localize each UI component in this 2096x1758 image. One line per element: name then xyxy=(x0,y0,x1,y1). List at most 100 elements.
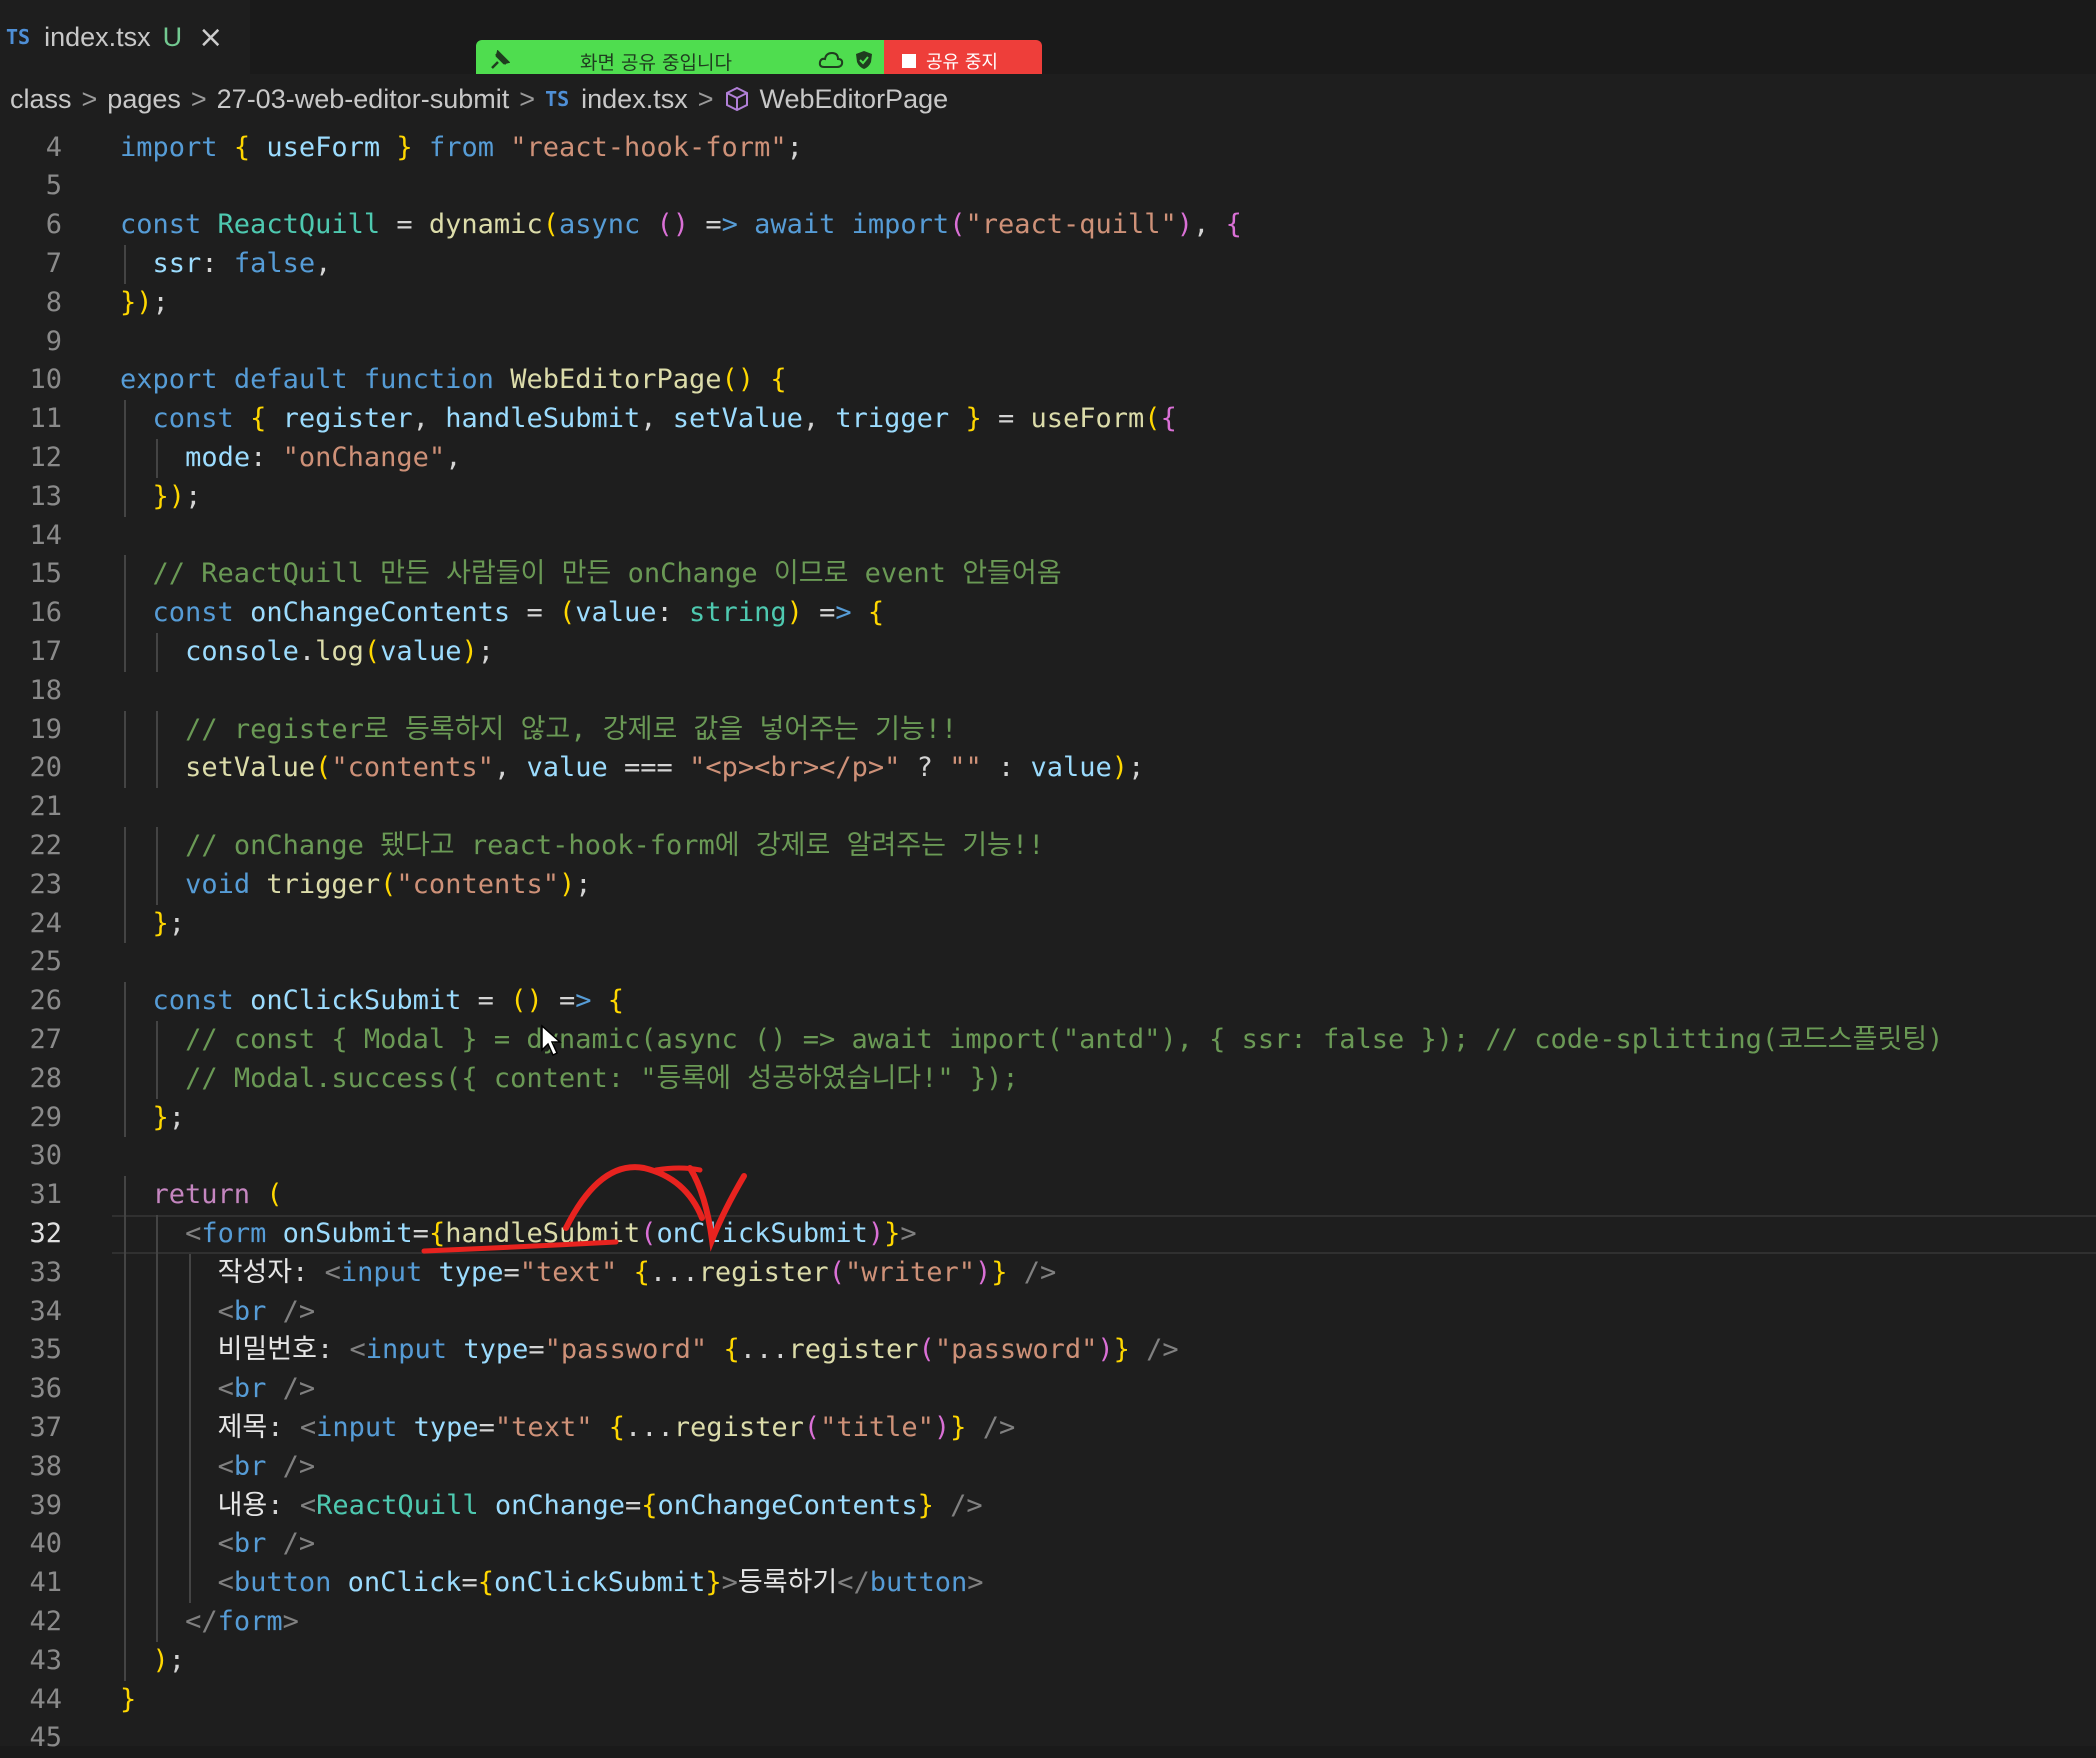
code-line[interactable]: 9 xyxy=(0,323,2096,362)
code-line[interactable]: 24 }; xyxy=(0,904,2096,944)
line-number: 15 xyxy=(29,558,62,590)
code-line[interactable]: 41 <button onClick={onClickSubmit}>등록하기<… xyxy=(0,1564,2096,1603)
line-number: 24 xyxy=(29,907,62,939)
code-line[interactable]: 43 ); xyxy=(0,1641,2096,1681)
line-number: 11 xyxy=(29,403,62,435)
line-number: 38 xyxy=(29,1450,62,1482)
line-number: 35 xyxy=(29,1334,62,1366)
line-number: 31 xyxy=(29,1179,62,1211)
code-text: // onChange 됐다고 react-hook-form에 강제로 알려주… xyxy=(185,830,1045,861)
code-line[interactable]: 21 xyxy=(0,788,2096,827)
code-line[interactable]: 25 xyxy=(0,943,2096,982)
code-text: <form onSubmit={handleSubmit(onClickSubm… xyxy=(185,1218,917,1249)
code-text: ssr: false, xyxy=(152,248,332,279)
code-text: return ( xyxy=(152,1179,283,1211)
breadcrumb: class > pages > 27-03-web-editor-submit … xyxy=(0,74,2096,124)
code-line[interactable]: 32 <form onSubmit={handleSubmit(onClickS… xyxy=(0,1215,2096,1254)
cloud-icon[interactable] xyxy=(818,49,844,71)
code-line[interactable]: 29 }; xyxy=(0,1098,2096,1138)
code-line[interactable]: 14 xyxy=(0,517,2096,556)
editor-tab[interactable]: TS index.tsx U × xyxy=(0,0,250,74)
code-line[interactable]: 27 // const { Modal } = dynamic(async ()… xyxy=(0,1021,2096,1060)
line-number: 27 xyxy=(29,1024,62,1055)
code-line[interactable]: 22 // onChange 됐다고 react-hook-form에 강제로 … xyxy=(0,827,2096,866)
line-number: 5 xyxy=(45,170,62,202)
chevron-right-icon: > xyxy=(697,83,714,114)
code-line[interactable]: 6 const ReactQuill = dynamic(async () => … xyxy=(0,206,2096,245)
code-line[interactable]: 42 </form> xyxy=(0,1603,2096,1642)
line-number: 18 xyxy=(29,674,62,706)
breadcrumb-item-pages[interactable]: pages xyxy=(107,84,181,115)
code-line[interactable]: 44} xyxy=(0,1681,2096,1720)
code-text: console.log(value); xyxy=(185,636,494,667)
code-line[interactable]: 34 <br /> xyxy=(0,1292,2096,1332)
line-number: 36 xyxy=(29,1373,62,1405)
code-line[interactable]: 17 console.log(value); xyxy=(0,633,2096,672)
breadcrumb-item-file[interactable]: index.tsx xyxy=(581,84,688,115)
line-number: 30 xyxy=(29,1140,62,1172)
code-text: // const { Modal } = dynamic(async () =>… xyxy=(185,1024,1944,1055)
line-number: 14 xyxy=(29,519,62,551)
code-line[interactable]: 37 제목: <input type="text" {...register("… xyxy=(0,1409,2096,1448)
line-number: 43 xyxy=(29,1644,62,1676)
chevron-right-icon: > xyxy=(519,83,536,114)
code-line[interactable]: 40 <br /> xyxy=(0,1525,2096,1565)
line-number: 21 xyxy=(29,791,62,823)
code-line[interactable]: 26 const onClickSubmit = () => { xyxy=(0,982,2096,1021)
code-line[interactable]: 5 xyxy=(0,167,2096,206)
code-text: </form> xyxy=(185,1606,299,1637)
code-line[interactable]: 45 xyxy=(0,1719,2096,1758)
share-status-text: 화면 공유 중입니다 xyxy=(580,51,732,74)
line-number: 37 xyxy=(29,1412,62,1443)
code-line[interactable]: 28 // Modal.success({ content: "등록에 성공하였… xyxy=(0,1059,2096,1099)
code-text: const onClickSubmit = () => { xyxy=(152,985,625,1017)
code-text: // Modal.success({ content: "등록에 성공하였습니다… xyxy=(185,1062,1019,1094)
code-text: import { useForm } from "react-hook-form… xyxy=(120,131,803,163)
code-line[interactable]: 10 export default function WebEditorPage(… xyxy=(0,361,2096,400)
code-line[interactable]: 30 xyxy=(0,1137,2096,1176)
breadcrumb-item-class[interactable]: class xyxy=(10,84,72,115)
code-line[interactable]: 36 <br /> xyxy=(0,1370,2096,1409)
line-number: 33 xyxy=(29,1256,62,1288)
breadcrumb-item-symbol[interactable]: WebEditorPage xyxy=(760,84,949,115)
code-editor[interactable]: 4 import { useForm } from "react-hook-for… xyxy=(0,124,2096,1753)
code-line[interactable]: 39 내용: <ReactQuill onChange={onChangeCon… xyxy=(0,1486,2096,1526)
code-line[interactable]: 20 setValue("contents", value === "<p><b… xyxy=(0,749,2096,789)
code-text: // register로 등록하지 않고, 강제로 값을 넣어주는 기능!! xyxy=(185,713,958,745)
code-text: // ReactQuill 만든 사람들이 만든 onChange 이므로 ev… xyxy=(152,558,1062,590)
code-line[interactable]: 16 const onChangeContents = (value: stri… xyxy=(0,594,2096,633)
line-number: 39 xyxy=(29,1489,62,1521)
code-line[interactable]: 13 }); xyxy=(0,477,2096,517)
line-number: 10 xyxy=(29,364,62,396)
line-number: 40 xyxy=(29,1528,62,1560)
code-line[interactable]: 35 비밀번호: <input type="password" {...regi… xyxy=(0,1331,2096,1371)
shield-icon[interactable] xyxy=(854,49,874,71)
code-line[interactable]: 11 const { register, handleSubmit, setVa… xyxy=(0,400,2096,439)
code-line[interactable]: 23 void trigger("contents"); xyxy=(0,865,2096,905)
code-line[interactable]: 18 xyxy=(0,672,2096,711)
code-line[interactable]: 38 <br /> xyxy=(0,1447,2096,1487)
code-line[interactable]: 7 ssr: false, xyxy=(0,245,2096,284)
line-number: 32 xyxy=(29,1218,62,1249)
line-number: 29 xyxy=(29,1101,62,1133)
line-number: 41 xyxy=(29,1567,62,1599)
code-line[interactable]: 8}); xyxy=(0,284,2096,323)
code-line[interactable]: 15 // ReactQuill 만든 사람들이 만든 onChange 이므로… xyxy=(0,555,2096,595)
tab-filename: index.tsx xyxy=(44,21,151,52)
code-line[interactable]: 31 return ( xyxy=(0,1176,2096,1215)
close-icon[interactable]: × xyxy=(198,20,223,55)
code-line[interactable]: 12 mode: "onChange", xyxy=(0,439,2096,478)
code-line[interactable]: 33 작성자: <input type="text" {...register(… xyxy=(0,1253,2096,1293)
code-text: }); xyxy=(152,480,202,512)
code-text: <button onClick={onClickSubmit}>등록하기</bu… xyxy=(217,1567,984,1599)
mouse-cursor-icon xyxy=(541,1024,562,1057)
code-line[interactable]: 4 import { useForm } from "react-hook-for… xyxy=(0,129,2096,168)
code-text: <br /> xyxy=(217,1528,316,1560)
line-number: 13 xyxy=(29,480,62,512)
code-text: 제목: <input type="text" {...register("tit… xyxy=(217,1412,1016,1443)
code-text: ); xyxy=(152,1644,186,1676)
code-line[interactable]: 19 // register로 등록하지 않고, 강제로 값을 넣어주는 기능!… xyxy=(0,710,2096,750)
code-text: }); xyxy=(120,286,169,318)
breadcrumb-item-folder[interactable]: 27-03-web-editor-submit xyxy=(217,84,510,115)
pin-icon[interactable] xyxy=(488,50,510,72)
